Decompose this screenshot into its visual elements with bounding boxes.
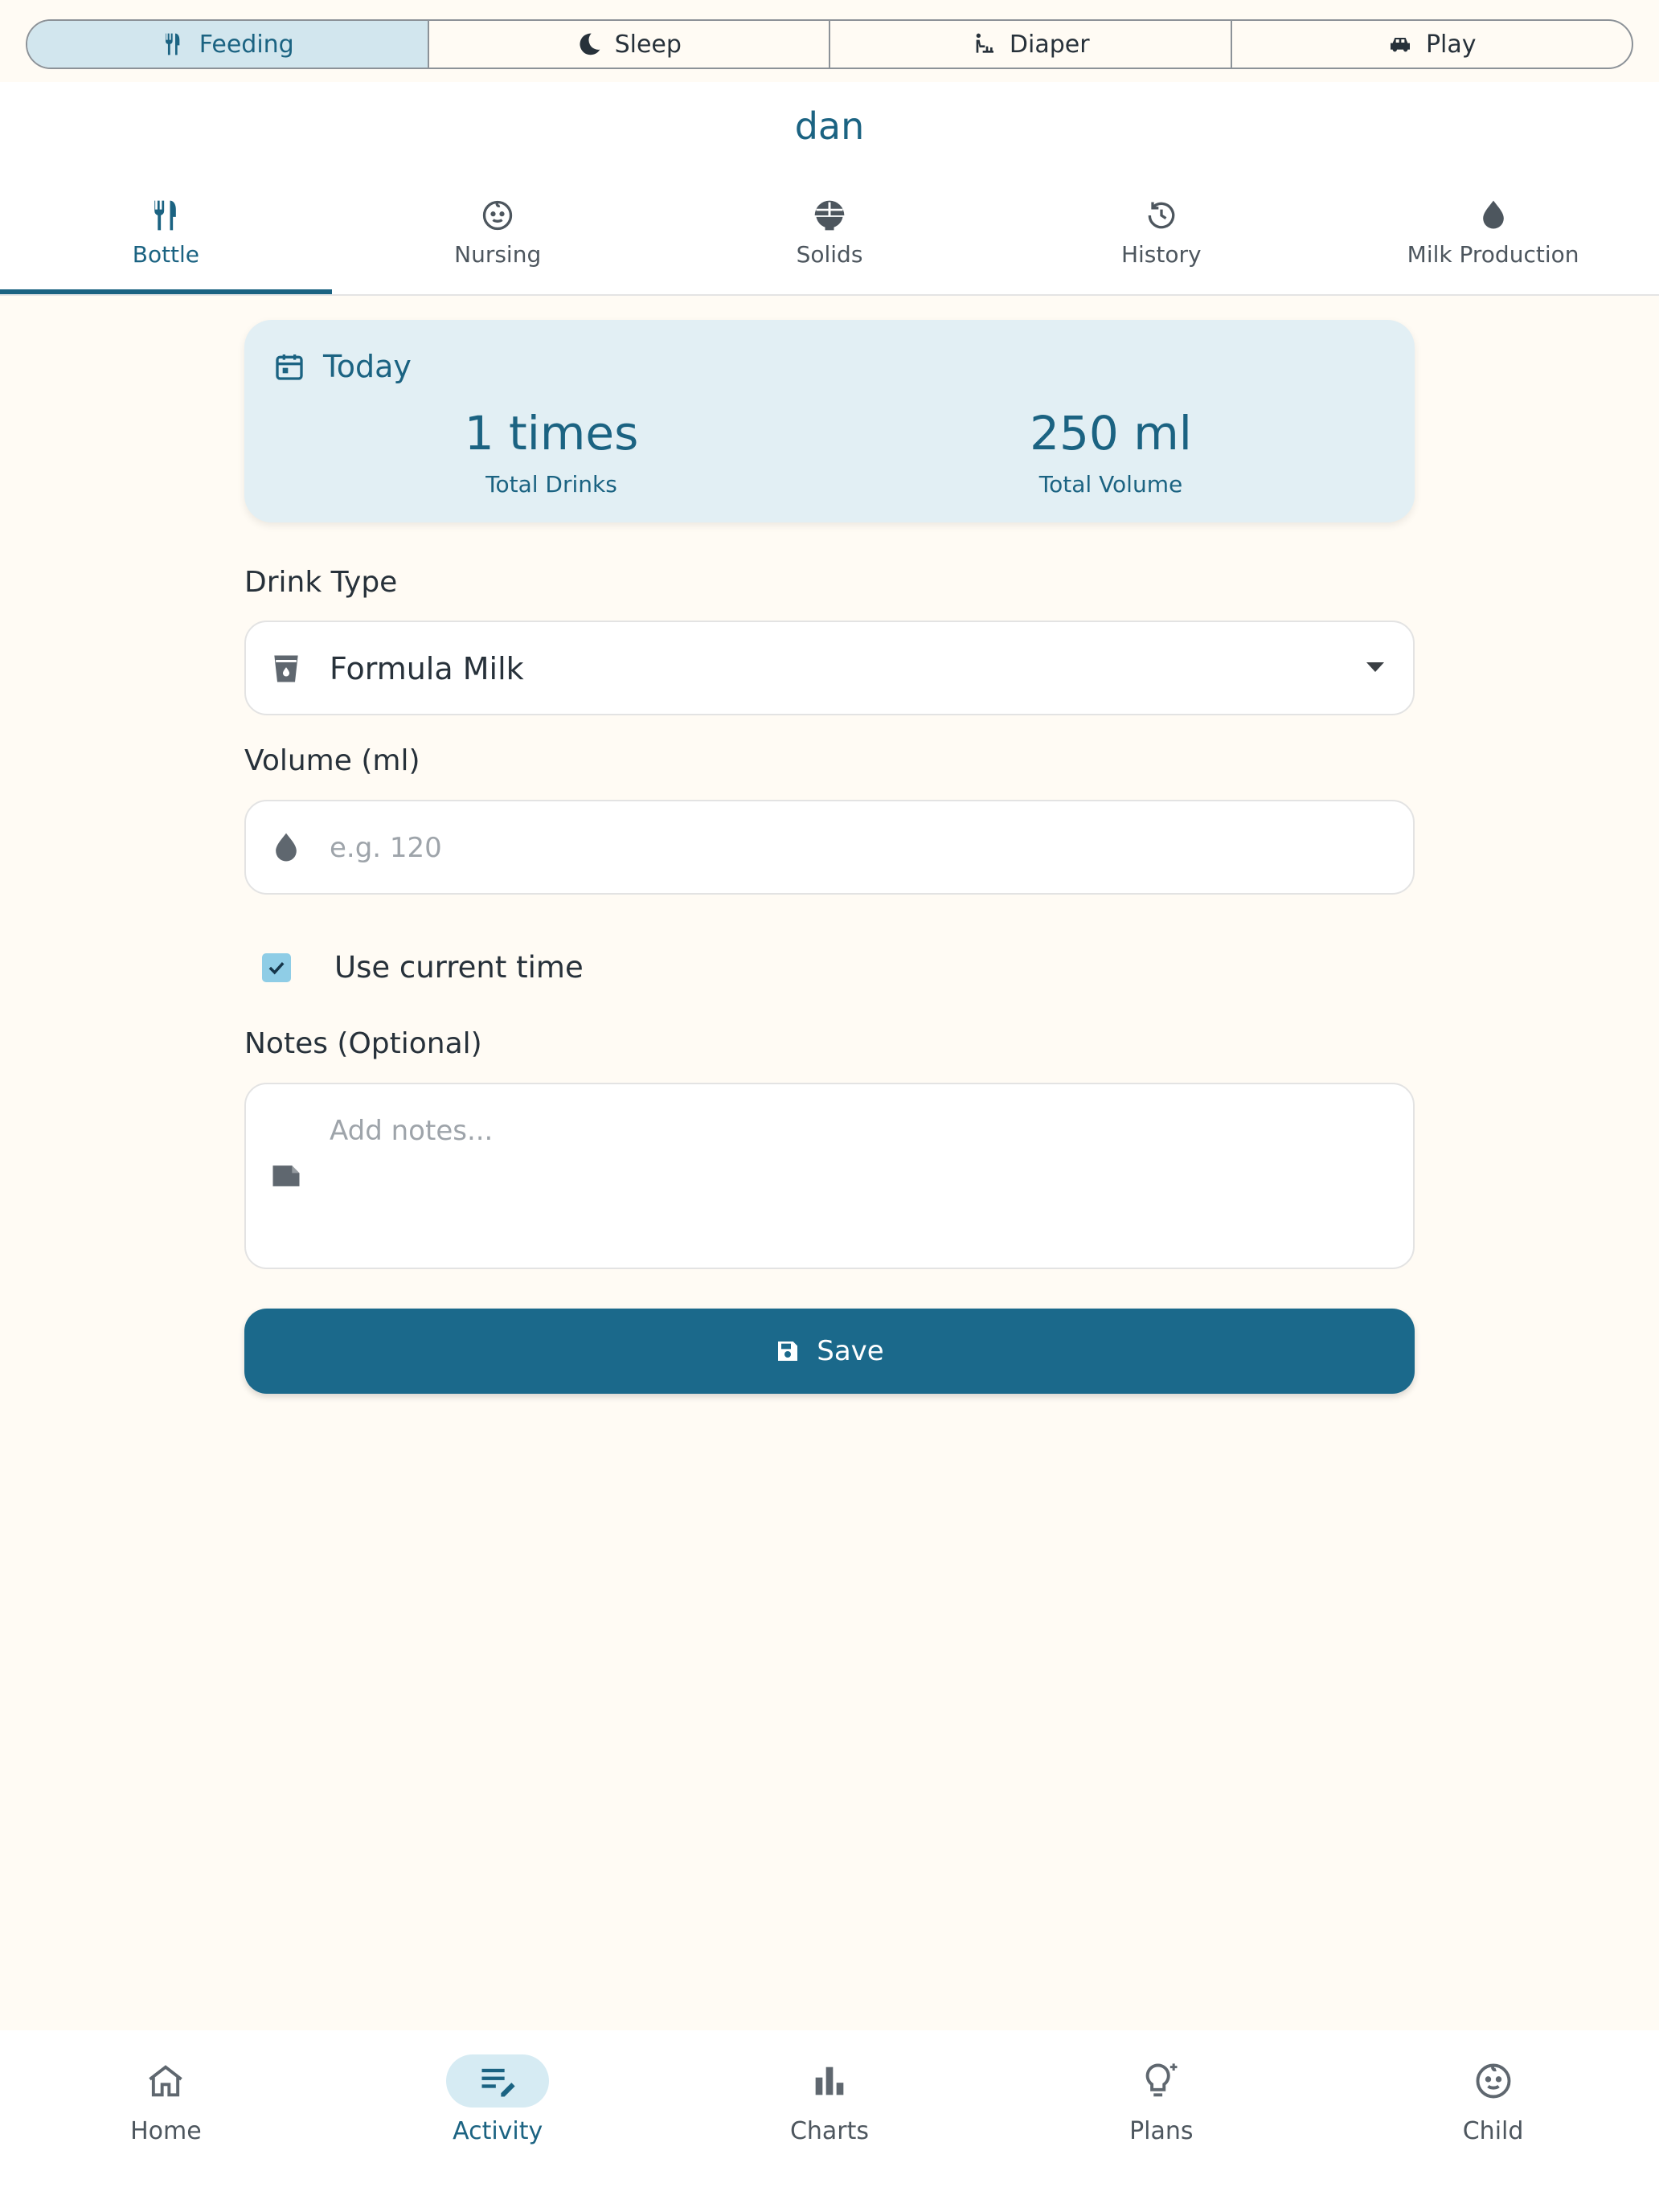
utensils-icon [148, 198, 183, 233]
nav-label: Plans [1129, 2117, 1194, 2145]
chevron-down-icon [1366, 662, 1384, 672]
nav-activity[interactable]: Activity [332, 2030, 664, 2212]
nav-label: Activity [453, 2117, 543, 2145]
child-name-title: dan [794, 104, 865, 148]
feeding-header: dan Bottle Nursing Solids History Milk P… [0, 82, 1659, 296]
utensils-icon [161, 31, 186, 57]
tab-solids[interactable]: Solids [664, 186, 996, 294]
drink-type-value: Formula Milk [330, 651, 524, 686]
save-label: Save [817, 1335, 884, 1367]
nav-child[interactable]: Child [1327, 2030, 1659, 2212]
tab-history[interactable]: History [995, 186, 1327, 294]
total-volume-label: Total Volume [1038, 471, 1183, 498]
total-drinks-stat: 1 times Total Drinks [350, 410, 752, 498]
activity-segment-control: Feeding Sleep Diaper Play [26, 19, 1633, 69]
tab-label: Bottle [132, 241, 200, 268]
notes-textarea[interactable]: Add notes... [244, 1083, 1415, 1269]
bar-chart-icon [778, 2054, 881, 2108]
volume-label: Volume (ml) [244, 744, 420, 777]
home-icon [114, 2054, 217, 2108]
nav-plans[interactable]: Plans [995, 2030, 1327, 2212]
tab-label: History [1120, 241, 1202, 268]
drink-type-label: Drink Type [244, 566, 398, 599]
bowl-icon [812, 198, 847, 233]
summary-header: Today [273, 349, 412, 384]
today-summary-card: Today 1 times Total Drinks 250 ml Total … [244, 320, 1415, 522]
segment-diaper[interactable]: Diaper [830, 21, 1232, 68]
drop-icon [1476, 198, 1511, 233]
drop-icon [268, 830, 304, 866]
moon-icon [576, 31, 602, 57]
nav-label: Charts [789, 2117, 870, 2145]
volume-placeholder: e.g. 120 [330, 832, 442, 864]
summary-title: Today [323, 349, 412, 384]
total-drinks-value: 1 times [464, 406, 639, 461]
nav-label: Home [130, 2117, 202, 2145]
total-volume-value: 250 ml [1030, 406, 1192, 461]
baby-changing-icon [971, 31, 997, 57]
check-icon [265, 956, 288, 979]
drink-type-select[interactable]: Formula Milk [244, 621, 1415, 715]
segment-feeding[interactable]: Feeding [27, 21, 429, 68]
use-current-time-checkbox[interactable] [262, 953, 291, 982]
baby-face-icon [1442, 2054, 1545, 2108]
notes-label: Notes (Optional) [244, 1027, 482, 1060]
tab-nursing[interactable]: Nursing [332, 186, 664, 294]
use-current-time-label: Use current time [334, 950, 584, 985]
notes-placeholder: Add notes... [330, 1115, 494, 1147]
cup-icon [268, 651, 304, 686]
volume-input[interactable]: e.g. 120 [244, 800, 1415, 895]
tab-label: Milk Production [1407, 241, 1579, 268]
history-icon [1144, 198, 1179, 233]
feeding-tabs: Bottle Nursing Solids History Milk Produ… [0, 186, 1659, 294]
save-button[interactable]: Save [244, 1309, 1415, 1394]
baby-face-icon [480, 198, 515, 233]
nav-home[interactable]: Home [0, 2030, 332, 2212]
lightbulb-icon [1110, 2054, 1213, 2108]
segment-label: Feeding [199, 30, 294, 59]
tab-bottle[interactable]: Bottle [0, 186, 332, 294]
nav-label: Child [1462, 2117, 1524, 2145]
bottom-navigation: Home Activity Charts Plans Child [0, 2030, 1659, 2212]
tab-label: Nursing [454, 241, 542, 268]
edit-list-icon [446, 2054, 550, 2108]
calendar-icon [273, 350, 305, 383]
floppy-disk-icon [775, 1338, 801, 1364]
segment-sleep[interactable]: Sleep [429, 21, 830, 68]
segment-label: Diaper [1009, 30, 1090, 59]
segment-play[interactable]: Play [1232, 21, 1632, 68]
tab-milk-production[interactable]: Milk Production [1327, 186, 1659, 294]
total-drinks-label: Total Drinks [485, 471, 617, 498]
total-volume-stat: 250 ml Total Volume [910, 410, 1312, 498]
segment-label: Play [1425, 30, 1477, 59]
nav-charts[interactable]: Charts [664, 2030, 996, 2212]
note-icon [268, 1158, 304, 1194]
tab-label: Solids [796, 241, 863, 268]
segment-label: Sleep [614, 30, 682, 59]
toy-car-icon [1387, 31, 1413, 57]
